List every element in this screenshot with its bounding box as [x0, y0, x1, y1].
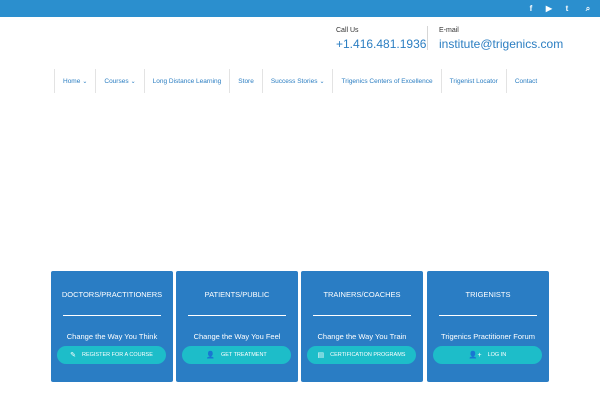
nav-item-long-distance-learning[interactable]: Long Distance Learning — [143, 69, 230, 93]
contact-divider — [427, 26, 428, 50]
button-label: GET TREATMENT — [220, 352, 267, 358]
audience-cards: DOCTORS/PRACTITIONERS Change the Way You… — [51, 271, 549, 382]
nav-item-label: Home — [63, 77, 81, 85]
nav-item-label: Long Distance Learning — [152, 77, 222, 85]
search-icon[interactable]: ⌕ — [576, 0, 600, 17]
nav-item-centers-of-excellence[interactable]: Trigenics Centers of Excellence — [332, 69, 440, 93]
nav-item-store[interactable]: Store — [229, 69, 262, 93]
facebook-icon[interactable]: f — [522, 0, 540, 17]
card-tagline: Trigenics Practitioner Forum — [441, 332, 535, 341]
card-trigenists: TRIGENISTS Trigenics Practitioner Forum … — [427, 271, 549, 382]
user-icon: 👤 — [206, 352, 215, 359]
top-bar: f ▶ t ⌕ — [0, 0, 600, 17]
nav-item-label: Success Stories — [270, 77, 318, 85]
card-divider — [313, 315, 411, 316]
chevron-down-icon: ⌄ — [82, 78, 88, 85]
button-label: CERTIFICATION PROGRAMS — [330, 352, 406, 358]
button-label: LOG IN — [487, 352, 507, 358]
button-label: REGISTER FOR A COURSE — [81, 352, 153, 358]
nav-item-contact[interactable]: Contact — [505, 69, 545, 93]
nav-item-success-stories[interactable]: Success Stories ⌄ — [261, 69, 333, 93]
nav-item-label: Courses — [104, 77, 129, 85]
phone-number[interactable]: +1.416.481.1936 — [336, 37, 426, 51]
card-tagline: Change the Way You Train — [317, 332, 407, 341]
card-tagline: Change the Way You Feel — [193, 332, 281, 341]
card-title: DOCTORS/PRACTITIONERS — [61, 290, 163, 299]
youtube-icon[interactable]: ▶ — [540, 0, 558, 17]
main-navigation: Home ⌄ Courses ⌄ Long Distance Learning St… — [54, 69, 545, 93]
nav-item-label: Trigenics Centers of Excellence — [341, 77, 433, 85]
card-divider — [439, 315, 537, 316]
pencil-icon: ✎ — [70, 352, 76, 359]
nav-item-trigenist-locator[interactable]: Trigenist Locator — [440, 69, 506, 93]
nav-item-label: Contact — [514, 77, 538, 85]
email-label: E-mail — [439, 27, 459, 34]
get-treatment-button[interactable]: 👤 GET TREATMENT — [182, 346, 291, 364]
user-plus-icon: 👤+ — [468, 352, 482, 359]
social-links: f ▶ t ⌕ — [522, 0, 600, 17]
nav-item-label: Trigenist Locator — [449, 77, 498, 85]
certification-programs-button[interactable]: ▤ CERTIFICATION PROGRAMS — [307, 346, 416, 364]
chevron-down-icon: ⌄ — [130, 78, 136, 85]
card-divider — [63, 315, 161, 316]
email-address[interactable]: institute@trigenics.com — [439, 37, 563, 51]
contact-phone: Call Us +1.416.481.1936 — [336, 27, 426, 51]
card-trainers-coaches: TRAINERS/COACHES Change the Way You Trai… — [301, 271, 423, 382]
contact-email: E-mail institute@trigenics.com — [439, 27, 563, 51]
card-divider — [188, 315, 286, 316]
register-for-a-course-button[interactable]: ✎ REGISTER FOR A COURSE — [57, 346, 166, 364]
card-tagline: Change the Way You Think — [66, 332, 158, 341]
chevron-down-icon: ⌄ — [319, 78, 325, 85]
card-doctors-practitioners: DOCTORS/PRACTITIONERS Change the Way You… — [51, 271, 173, 382]
nav-item-courses[interactable]: Courses ⌄ — [95, 69, 143, 93]
nav-item-label: Store — [238, 77, 254, 85]
call-us-label: Call Us — [336, 27, 359, 34]
card-title: TRIGENISTS — [465, 290, 511, 299]
log-in-button[interactable]: 👤+ LOG IN — [433, 346, 542, 364]
card-title: PATIENTS/PUBLIC — [204, 290, 270, 299]
book-icon: ▤ — [317, 352, 325, 359]
twitter-icon[interactable]: t — [558, 0, 576, 17]
card-patients-public: PATIENTS/PUBLIC Change the Way You Feel … — [176, 271, 298, 382]
nav-item-home[interactable]: Home ⌄ — [54, 69, 95, 93]
card-title: TRAINERS/COACHES — [323, 290, 401, 299]
